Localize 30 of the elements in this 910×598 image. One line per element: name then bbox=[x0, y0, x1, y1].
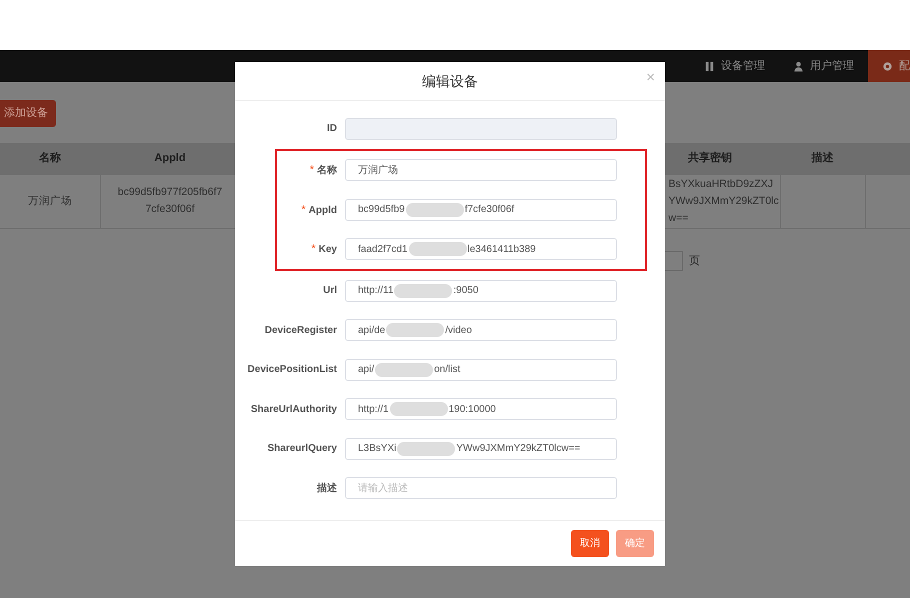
book-icon bbox=[704, 60, 715, 72]
nav-item[interactable]: 设备管理 bbox=[690, 50, 779, 82]
dialog-title: 编辑设备 bbox=[422, 72, 478, 90]
input-field[interactable]: api/de /video bbox=[345, 319, 617, 342]
field-label: ShareUrlAuthority bbox=[250, 402, 338, 417]
field-label: ID bbox=[326, 122, 338, 136]
field-label: * Key bbox=[310, 242, 338, 257]
table-cell: 万润广场 bbox=[0, 174, 100, 228]
field-label: 描述 bbox=[316, 482, 338, 496]
field-label: * Appld bbox=[300, 202, 338, 218]
column-header: 描述 bbox=[780, 142, 865, 174]
input-field[interactable]: L3BsYXi YWw9JXMmY29kZT0lcw== bbox=[345, 438, 617, 460]
gear-icon bbox=[882, 60, 893, 72]
input-field[interactable]: 万润广场 bbox=[345, 159, 617, 182]
column-header: 名称 bbox=[0, 142, 100, 174]
input-field[interactable]: http://11 :9050 bbox=[345, 280, 617, 302]
nav-item[interactable]: 配 bbox=[868, 50, 910, 82]
field-label: ShareurlQuery bbox=[266, 442, 338, 456]
input-field[interactable]: bc99d5fb9 f7cfe30f06f bbox=[345, 198, 617, 221]
nav-item[interactable]: 用户管理 bbox=[779, 50, 868, 82]
user-icon bbox=[793, 60, 804, 72]
page-suffix: 页 bbox=[689, 254, 700, 269]
input-field[interactable]: faad2f7cd1 le3461411b389 bbox=[345, 238, 617, 260]
field-label: Url bbox=[322, 284, 338, 298]
field-label: DevicePositionList bbox=[246, 363, 338, 378]
field-label: * 名称 bbox=[308, 163, 338, 178]
field-label: DeviceRegister bbox=[264, 324, 338, 338]
input-field[interactable]: http://1 190:10000 bbox=[345, 398, 617, 420]
input-field[interactable]: api/ on/list bbox=[345, 358, 617, 381]
add-device-button[interactable]: 添加设备 bbox=[0, 100, 56, 126]
